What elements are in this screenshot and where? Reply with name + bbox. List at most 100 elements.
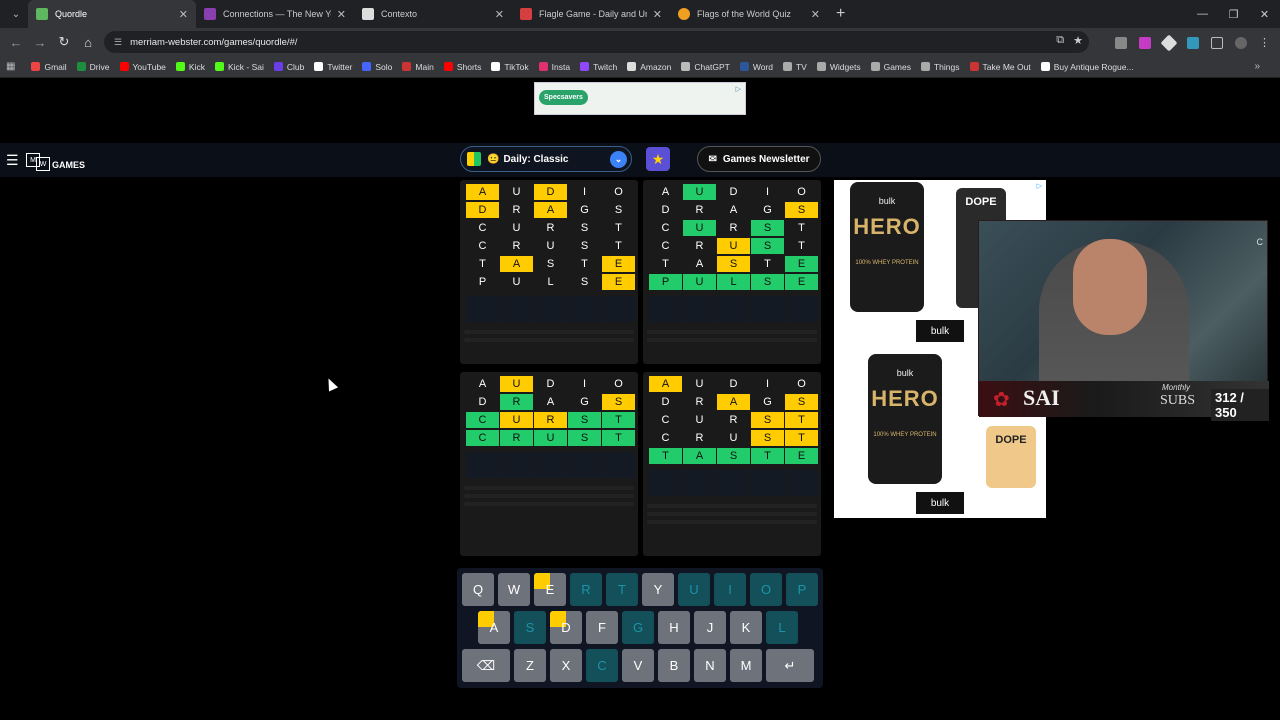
kebab-menu-icon[interactable]: ⋮ bbox=[1259, 36, 1270, 49]
back-icon[interactable]: ← bbox=[4, 35, 28, 50]
bookmark-item[interactable]: ChatGPT bbox=[681, 62, 730, 72]
tab-connections[interactable]: Connections — The New York Times ✕ bbox=[196, 0, 354, 28]
bookmark-item[interactable]: TV bbox=[782, 62, 807, 72]
letter-tile: G bbox=[763, 396, 772, 408]
reload-icon[interactable]: ↻ bbox=[52, 34, 76, 50]
close-tab-icon[interactable]: ✕ bbox=[495, 8, 504, 21]
key-k[interactable]: K bbox=[730, 611, 762, 644]
site-info-icon[interactable]: ☰ bbox=[114, 37, 122, 48]
star-button[interactable]: ★ bbox=[646, 147, 670, 171]
key-a[interactable]: A bbox=[478, 611, 510, 644]
bookmark-item[interactable]: YouTube bbox=[119, 62, 166, 72]
bookmark-item[interactable]: Twitter bbox=[314, 62, 352, 72]
bookmark-icon bbox=[76, 62, 86, 71]
guess-row: CURST bbox=[466, 220, 638, 238]
key-o[interactable]: O bbox=[750, 573, 782, 606]
bookmark-item[interactable]: Shorts bbox=[443, 62, 481, 72]
enter-key[interactable]: ↵ bbox=[766, 649, 814, 682]
mode-selector[interactable]: 😐 Daily: Classic ⌄ bbox=[460, 146, 632, 172]
key-w[interactable]: W bbox=[498, 573, 530, 606]
profile-avatar-icon[interactable] bbox=[1235, 36, 1247, 49]
close-window-icon[interactable]: ✕ bbox=[1249, 0, 1280, 28]
key-v[interactable]: V bbox=[622, 649, 654, 682]
forward-icon[interactable]: → bbox=[28, 35, 52, 50]
key-d[interactable]: D bbox=[550, 611, 582, 644]
restore-icon[interactable]: ❐ bbox=[1218, 0, 1249, 28]
bookmark-item[interactable]: Games bbox=[870, 62, 911, 72]
address-bar[interactable]: ☰ merriam-webster.com/games/quordle/#/ ⧉… bbox=[104, 31, 1089, 53]
more-bookmarks-icon[interactable]: » bbox=[1254, 61, 1260, 72]
mw-games-logo[interactable]: M W GAMES bbox=[26, 149, 85, 171]
key-i[interactable]: I bbox=[714, 573, 746, 606]
key-t[interactable]: T bbox=[606, 573, 638, 606]
bookmark-item[interactable]: Solo bbox=[362, 62, 392, 72]
key-y[interactable]: Y bbox=[642, 573, 674, 606]
key-u[interactable]: U bbox=[678, 573, 710, 606]
ad-cta-button[interactable]: bulk bbox=[916, 492, 964, 514]
bookmark-item[interactable]: Twitch bbox=[580, 62, 617, 72]
apps-grid-icon[interactable]: ▦ bbox=[6, 61, 15, 72]
key-b[interactable]: B bbox=[658, 649, 690, 682]
tab-flagle[interactable]: Flagle Game - Daily and Unlimited ✕ bbox=[512, 0, 670, 28]
close-tab-icon[interactable]: ✕ bbox=[179, 8, 188, 21]
key-x[interactable]: X bbox=[550, 649, 582, 682]
tab-search-icon[interactable]: ⌄ bbox=[4, 4, 28, 24]
puzzle-icon[interactable] bbox=[1211, 36, 1223, 49]
bookmark-star-icon[interactable]: ★ bbox=[1073, 34, 1083, 47]
bookmark-item[interactable]: Widgets bbox=[816, 62, 861, 72]
key-f[interactable]: F bbox=[586, 611, 618, 644]
key-r[interactable]: R bbox=[570, 573, 602, 606]
bookmark-item[interactable]: Word bbox=[739, 62, 773, 72]
bookmark-item[interactable]: Club bbox=[273, 62, 304, 72]
ad-choices-icon[interactable]: ▷ bbox=[1037, 182, 1042, 190]
minimize-icon[interactable]: — bbox=[1187, 0, 1218, 28]
bookmark-item[interactable]: Kick - Sai bbox=[214, 62, 264, 72]
tab-quordle[interactable]: Quordle ✕ bbox=[28, 0, 196, 28]
newsletter-button[interactable]: ✉ Games Newsletter bbox=[697, 146, 821, 172]
close-tab-icon[interactable]: ✕ bbox=[337, 8, 346, 21]
new-tab-icon[interactable]: + bbox=[836, 5, 845, 23]
key-e[interactable]: E bbox=[534, 573, 566, 606]
extension-icon[interactable] bbox=[1160, 34, 1178, 51]
extension-icon[interactable] bbox=[1115, 36, 1127, 49]
bookmark-item[interactable]: Gmail bbox=[31, 62, 67, 72]
key-c[interactable]: C bbox=[586, 649, 618, 682]
tab-contexto[interactable]: Contexto ✕ bbox=[354, 0, 512, 28]
key-l[interactable]: L bbox=[766, 611, 798, 644]
bookmark-item[interactable]: Amazon bbox=[627, 62, 671, 72]
chevron-down-icon[interactable]: ⌄ bbox=[610, 151, 627, 168]
bookmark-item[interactable]: Insta bbox=[538, 62, 570, 72]
guess-row: DRAGS bbox=[466, 394, 638, 412]
hamburger-menu-icon[interactable]: ☰ bbox=[6, 152, 19, 169]
backspace-key[interactable]: ⌫ bbox=[462, 649, 510, 682]
ad-choices-icon[interactable]: ▷ bbox=[736, 85, 741, 93]
close-tab-icon[interactable]: ✕ bbox=[811, 8, 820, 21]
ad-cta-button[interactable]: bulk bbox=[916, 320, 964, 342]
bookmark-item[interactable]: Buy Antique Rogue... bbox=[1040, 62, 1134, 72]
key-p[interactable]: P bbox=[786, 573, 818, 606]
key-s[interactable]: S bbox=[514, 611, 546, 644]
bookmark-item[interactable]: Drive bbox=[76, 62, 110, 72]
bookmark-item[interactable]: Take Me Out bbox=[969, 62, 1031, 72]
cast-icon[interactable]: ⧉ bbox=[1056, 34, 1064, 47]
bookmarks-bar: ▦ Gmail Drive YouTube Kick Kick - Sai Club Twi… bbox=[0, 56, 1280, 78]
bookmark-item[interactable]: Main bbox=[402, 62, 434, 72]
home-icon[interactable]: ⌂ bbox=[76, 35, 100, 50]
key-j[interactable]: J bbox=[694, 611, 726, 644]
key-g[interactable]: G bbox=[622, 611, 654, 644]
key-n[interactable]: N bbox=[694, 649, 726, 682]
banner-ad[interactable]: Specsavers ▷ bbox=[534, 82, 746, 115]
bookmark-item[interactable]: Kick bbox=[175, 62, 205, 72]
key-m[interactable]: M bbox=[730, 649, 762, 682]
close-tab-icon[interactable]: ✕ bbox=[653, 8, 662, 21]
bookmark-item[interactable]: TikTok bbox=[491, 62, 529, 72]
tab-flags-quiz[interactable]: Flags of the World Quiz ✕ bbox=[670, 0, 828, 28]
key-z[interactable]: Z bbox=[514, 649, 546, 682]
game-board-3: AUDIODRAGSCURSTCRUST bbox=[460, 372, 638, 556]
key-h[interactable]: H bbox=[658, 611, 690, 644]
bookmark-item[interactable]: Things bbox=[920, 62, 960, 72]
extension-icon[interactable] bbox=[1187, 36, 1199, 49]
extension-icon[interactable] bbox=[1139, 36, 1151, 49]
key-q[interactable]: Q bbox=[462, 573, 494, 606]
letter-tile: T bbox=[649, 448, 682, 464]
